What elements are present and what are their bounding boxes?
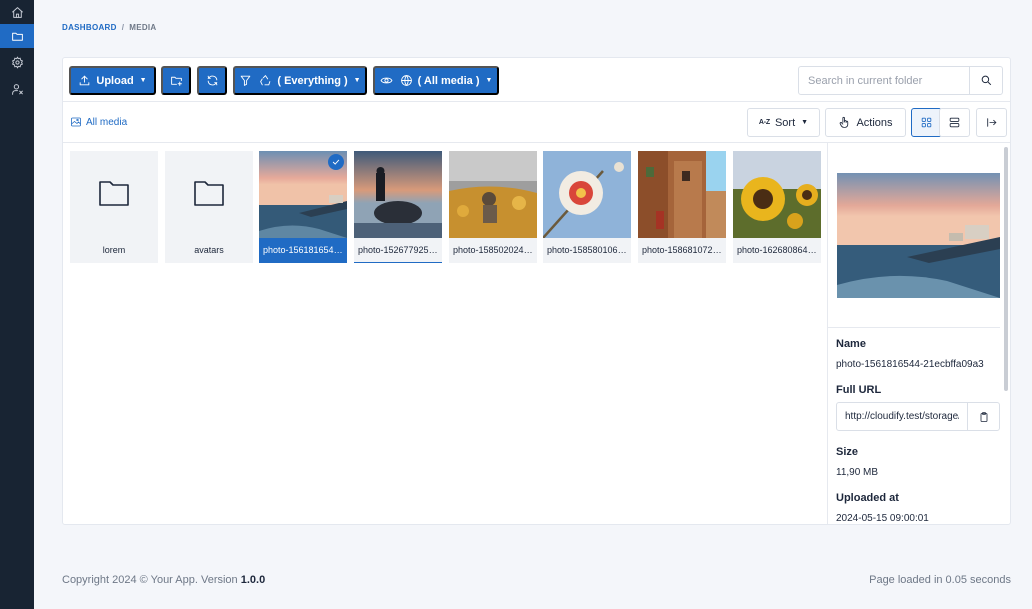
upload-button[interactable]: Upload ▼ [69, 66, 156, 95]
image-tile[interactable]: photo-1526779259212 [354, 151, 442, 263]
breadcrumb-current: MEDIA [129, 23, 157, 32]
tile-label: photo-1585801064231 [547, 245, 631, 255]
image-tile[interactable]: photo-1585020240014 [449, 151, 537, 263]
clipboard-icon [980, 411, 987, 422]
recycle-icon [260, 75, 271, 86]
visibility-button[interactable]: ( All media ) ▼ [373, 66, 499, 95]
full-url-input[interactable] [837, 403, 967, 430]
image-tile[interactable]: photo-1586810724476 [638, 151, 726, 263]
subbar: All media A-Z Sort ▼ Actions [63, 102, 1010, 143]
detail-name-value: photo-1561816544-21ecbffa09a3 [836, 359, 984, 370]
tile-label: photo-1586810724476 [642, 245, 726, 255]
image-tile[interactable]: photo-1585801064231 [543, 151, 631, 263]
actions-button[interactable]: Actions [825, 108, 906, 137]
filter-button[interactable]: ( Everything ) ▼ [233, 66, 367, 95]
filter-label: ( Everything ) [277, 74, 348, 87]
divider [828, 327, 1000, 328]
all-media-label: All media [86, 116, 128, 128]
copyright-text: Copyright 2024 © Your App. Version [62, 574, 241, 586]
breadcrumb-dashboard[interactable]: DASHBOARD [62, 23, 117, 32]
image-thumbnail [543, 151, 631, 238]
tile-label: avatars [194, 245, 224, 255]
hand-pointer-icon [840, 116, 849, 128]
media-grid: lorem avatars photo-1561816544-2 photo-1… [63, 143, 827, 524]
grid-icon [921, 117, 932, 128]
search-icon [981, 75, 991, 86]
eye-icon [380, 77, 392, 84]
detail-name-label: Name [836, 338, 866, 350]
tile-label: photo-1526779259212 [358, 245, 442, 255]
home-icon [11, 6, 23, 18]
image-thumbnail [733, 151, 821, 238]
upload-icon [80, 75, 90, 86]
image-icon [71, 117, 81, 127]
search-input[interactable] [799, 67, 969, 94]
folder-icon [98, 179, 130, 207]
visibility-label: ( All media ) [417, 74, 480, 87]
toolbar: Upload ▼ ( Everything ) ▼ ( All media ) … [63, 58, 1010, 102]
sort-label: Sort [774, 116, 796, 129]
sidebar [0, 0, 34, 609]
chevron-down-icon: ▼ [485, 77, 493, 84]
chevron-down-icon: ▼ [801, 119, 809, 126]
new-folder-button[interactable] [161, 66, 191, 95]
breadcrumb-separator: / [121, 23, 125, 32]
selected-check-icon [328, 154, 344, 170]
tile-label: photo-1626808642875 [737, 245, 821, 255]
detail-size-label: Size [836, 446, 859, 458]
toggle-details-button[interactable] [976, 108, 1007, 137]
sidebar-item-home[interactable] [0, 0, 34, 24]
sort-button[interactable]: A-Z Sort ▼ [747, 108, 820, 137]
tile-label: photo-1585020240014 [453, 245, 537, 255]
users-icon [11, 83, 23, 95]
media-manager-card: Upload ▼ ( Everything ) ▼ ( All media ) … [62, 57, 1011, 525]
image-thumbnail [638, 151, 726, 238]
image-tile-selected[interactable]: photo-1561816544-21ecbffa09a3 [259, 151, 347, 263]
footer-copyright: Copyright 2024 © Your App. Version 1.0.0 [62, 574, 265, 586]
tile-label: photo-1561816544-21ecbffa09a3 [259, 238, 347, 263]
folder-plus-icon [170, 76, 182, 86]
folder-tile-avatars[interactable]: avatars [165, 151, 253, 263]
chevron-down-icon: ▼ [353, 77, 361, 84]
details-panel: Name photo-1561816544-21ecbffa09a3 Full … [827, 143, 1010, 524]
copy-url-button[interactable] [967, 403, 999, 430]
upload-label: Upload [96, 74, 134, 87]
detail-uploaded-value: 2024-05-15 09:00:01 [836, 513, 929, 524]
refresh-icon [207, 75, 217, 86]
image-thumbnail [449, 151, 537, 238]
filter-icon [241, 75, 251, 86]
folder-icon [193, 179, 225, 207]
chevron-down-icon: ▼ [139, 77, 147, 84]
detail-size-value: 11,90 MB [836, 467, 879, 478]
breadcrumb: DASHBOARD / MEDIA [62, 23, 157, 32]
image-tile[interactable]: photo-1626808642875 [733, 151, 821, 263]
url-field-group [836, 402, 1000, 431]
details-scrollbar[interactable] [1004, 147, 1008, 391]
globe-icon [400, 75, 412, 86]
list-view-button[interactable] [939, 108, 970, 137]
tile-label: lorem [102, 245, 126, 255]
folder-icon [11, 32, 23, 41]
version-number: 1.0.0 [240, 574, 266, 586]
all-media-link[interactable]: All media [70, 116, 127, 128]
sidebar-item-settings[interactable] [0, 50, 34, 74]
detail-uploaded-label: Uploaded at [836, 492, 899, 504]
detail-url-label: Full URL [836, 384, 882, 396]
arrow-right-bar-icon [987, 118, 997, 127]
search-button[interactable] [969, 67, 1002, 94]
sort-az-icon: A-Z [758, 119, 770, 126]
preview-image [837, 173, 1000, 298]
sidebar-item-media[interactable] [0, 24, 34, 48]
search-box [798, 66, 1003, 95]
image-thumbnail [354, 151, 442, 238]
sidebar-item-users[interactable] [0, 77, 34, 101]
actions-label: Actions [856, 116, 893, 129]
page-load-time: Page loaded in 0.05 seconds [869, 574, 1011, 586]
refresh-button[interactable] [197, 66, 227, 95]
gear-icon [11, 56, 23, 68]
list-layout-icon [949, 117, 960, 128]
folder-tile-lorem[interactable]: lorem [70, 151, 158, 263]
grid-view-button[interactable] [911, 108, 942, 137]
